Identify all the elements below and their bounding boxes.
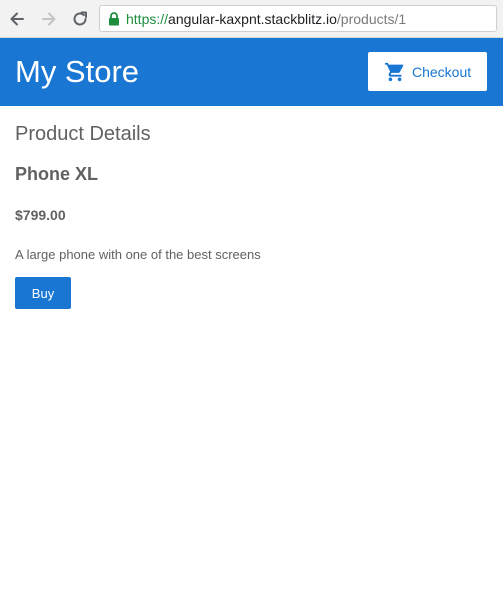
reload-icon[interactable] bbox=[70, 9, 90, 29]
store-title[interactable]: My Store bbox=[15, 54, 139, 90]
back-arrow-icon[interactable] bbox=[7, 9, 27, 29]
page-title: Product Details bbox=[15, 123, 151, 145]
url-scheme: https:// bbox=[126, 10, 169, 27]
app-header: My Store Checkout bbox=[0, 38, 503, 106]
address-bar[interactable]: https://angular-kaxpnt.stackblitz.io/pro… bbox=[99, 5, 497, 32]
checkout-label: Checkout bbox=[412, 63, 472, 80]
browser-toolbar: https://angular-kaxpnt.stackblitz.io/pro… bbox=[0, 0, 503, 38]
shopping-cart-icon bbox=[384, 61, 406, 83]
checkout-button[interactable]: Checkout bbox=[368, 52, 487, 91]
product-price: $799.00 bbox=[15, 207, 66, 223]
buy-button[interactable]: Buy bbox=[15, 277, 71, 309]
lock-icon bbox=[108, 11, 122, 27]
product-description: A large phone with one of the best scree… bbox=[15, 247, 261, 262]
product-name: Phone XL bbox=[15, 164, 99, 184]
url-path: /products/1 bbox=[336, 10, 407, 27]
forward-arrow-icon[interactable] bbox=[39, 9, 59, 29]
url-host: angular-kaxpnt.stackblitz.io bbox=[168, 10, 337, 27]
